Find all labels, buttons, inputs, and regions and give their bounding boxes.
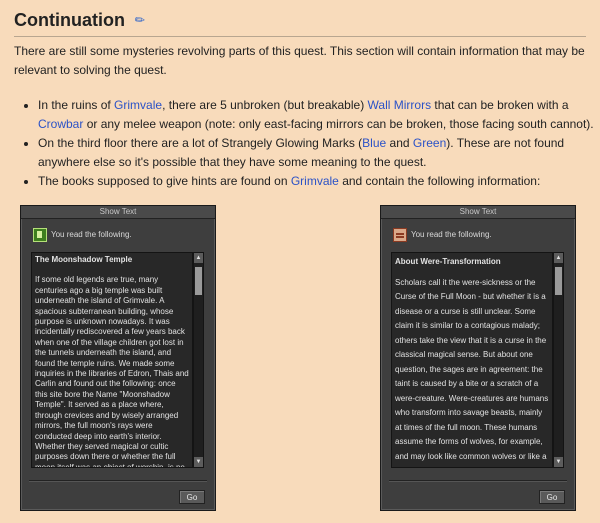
bullet-text: and contain the following information: bbox=[338, 174, 541, 188]
scrollbar[interactable]: ▲ ▼ bbox=[193, 252, 204, 468]
red-scroll-icon bbox=[393, 227, 407, 242]
scroll-up-icon[interactable]: ▲ bbox=[194, 253, 203, 263]
scroll-thumb[interactable] bbox=[555, 267, 562, 295]
link-wall-mirrors[interactable]: Wall Mirrors bbox=[368, 98, 432, 112]
link-blue[interactable]: Blue bbox=[362, 136, 386, 150]
scroll-down-icon[interactable]: ▼ bbox=[194, 457, 203, 467]
go-button[interactable]: Go bbox=[539, 490, 565, 504]
link-grimvale[interactable]: Grimvale bbox=[114, 98, 162, 112]
window-header: You read the following. bbox=[393, 224, 563, 246]
window-title: Show Text bbox=[21, 206, 215, 219]
section-title: Continuation bbox=[14, 10, 125, 30]
list-item: In the ruins of Grimvale, there are 5 un… bbox=[38, 96, 600, 134]
list-item: The books supposed to give hints are fou… bbox=[38, 172, 600, 191]
divider bbox=[29, 480, 207, 481]
green-book-icon bbox=[33, 227, 47, 242]
link-crowbar[interactable]: Crowbar bbox=[38, 117, 83, 131]
scroll-up-icon[interactable]: ▲ bbox=[554, 253, 563, 263]
bullet-text: The books supposed to give hints are fou… bbox=[38, 174, 291, 188]
window-title: Show Text bbox=[381, 206, 575, 219]
bullet-text: In the ruins of bbox=[38, 98, 115, 112]
bullet-text: , there are 5 unbroken (but breakable) bbox=[162, 98, 368, 112]
divider bbox=[389, 480, 567, 481]
header-text: You read the following. bbox=[411, 230, 492, 239]
list-item: On the third floor there are a lot of St… bbox=[38, 134, 600, 172]
hint-list: In the ruins of Grimvale, there are 5 un… bbox=[14, 96, 600, 191]
text-area[interactable]: About Were-Transformation Scholars call … bbox=[391, 252, 553, 468]
link-grimvale[interactable]: Grimvale bbox=[291, 174, 339, 188]
bullet-text: and bbox=[386, 136, 413, 150]
pencil-icon[interactable]: ✎ bbox=[132, 11, 149, 28]
bullet-text: or any melee weapon (note: only east-fac… bbox=[83, 117, 594, 131]
text-area[interactable]: The Moonshadow Temple If some old legend… bbox=[31, 252, 193, 468]
scroll-down-icon[interactable]: ▼ bbox=[554, 457, 563, 467]
book-body: If some old legends are true, many centu… bbox=[35, 275, 189, 468]
bullet-text: On the third floor there are a lot of St… bbox=[38, 136, 363, 150]
book-body: Scholars call it the were-sickness or th… bbox=[395, 277, 549, 468]
book-title: The Moonshadow Temple bbox=[35, 255, 133, 264]
intro-paragraph: There are still some mysteries revolving… bbox=[14, 44, 585, 77]
scrollbar[interactable]: ▲ ▼ bbox=[553, 252, 564, 468]
scroll-thumb[interactable] bbox=[195, 267, 202, 295]
link-green[interactable]: Green bbox=[413, 136, 446, 150]
section-heading: Continuation ✎ bbox=[14, 8, 586, 37]
bullet-text: that can be broken with a bbox=[431, 98, 569, 112]
show-text-window-were: Show Text You read the following. About … bbox=[380, 205, 576, 511]
window-header: You read the following. bbox=[33, 224, 203, 246]
header-text: You read the following. bbox=[51, 230, 132, 239]
go-button[interactable]: Go bbox=[179, 490, 205, 504]
show-text-window-moonshadow: Show Text You read the following. The Mo… bbox=[20, 205, 216, 511]
book-title: About Were-Transformation bbox=[395, 257, 501, 266]
